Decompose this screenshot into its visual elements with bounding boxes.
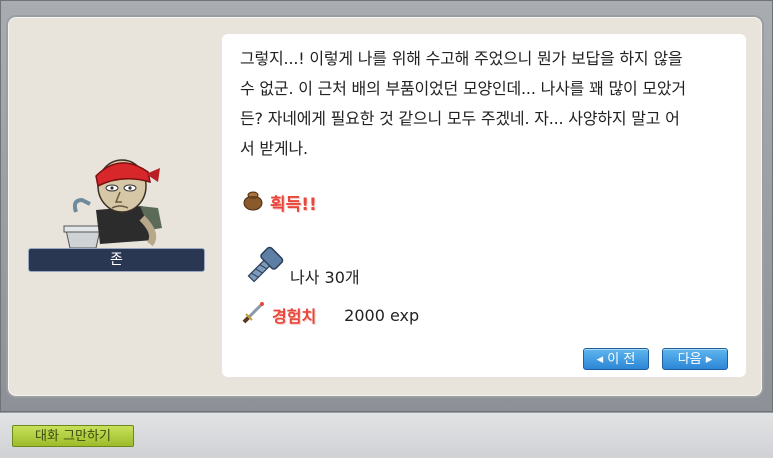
screw-icon [244,246,284,290]
end-chat-button[interactable]: 대화 그만하기 [12,425,134,447]
exp-value: 2000 exp [344,305,420,325]
exp-reward: 경험치 2000 exp [240,300,419,330]
acquire-label: 획득!! [270,194,317,215]
acquire-header: 획득!! [242,188,317,216]
next-button[interactable]: 다음 ▸ [662,348,728,370]
reward-item: 나사 30개 [244,246,360,290]
bag-icon [242,189,264,215]
prev-button[interactable]: ◂ 이 전 [583,348,649,370]
dialog-text: 그렇지...! 이렇게 나를 위해 수고해 주었으니 뭔가 보답을 하지 않을 … [240,49,686,158]
sword-icon [240,300,266,330]
item-label: 나사 30개 [290,268,360,287]
exp-label: 경험치 [272,307,317,326]
npc-nameplate: 존 [28,248,205,272]
npc-portrait [62,148,172,252]
